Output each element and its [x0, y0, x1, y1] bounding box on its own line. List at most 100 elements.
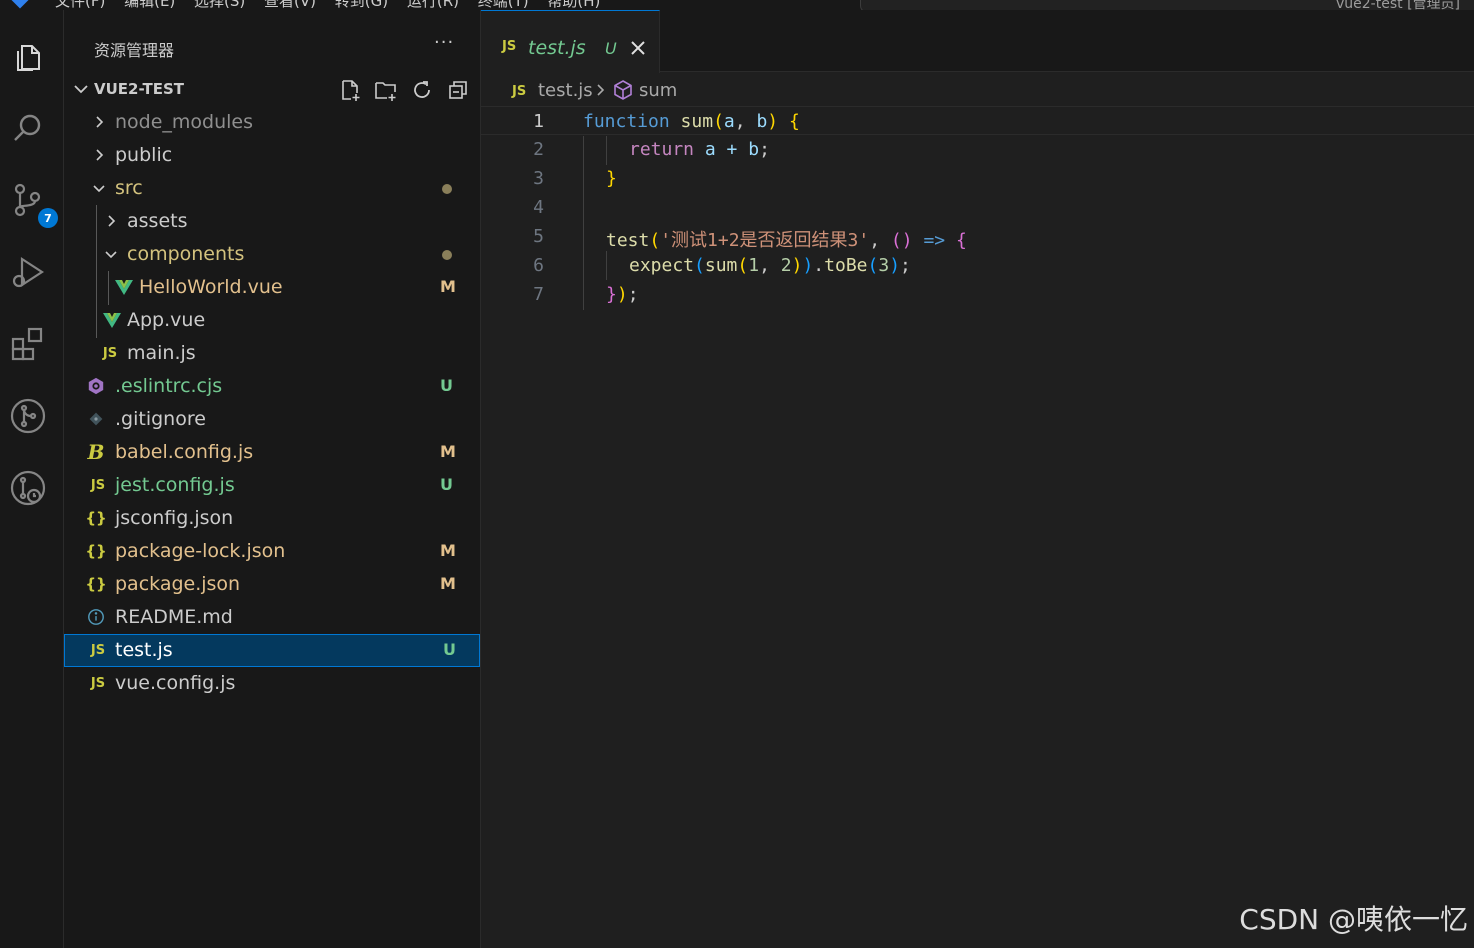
git-status-badge: U	[443, 640, 456, 659]
menu-bar[interactable]: 文件(F) 编辑(E) 选择(S) 查看(V) 转到(G) 运行(R) 终端(T…	[55, 0, 600, 10]
editor-area: JS test.js U JS test.js sum 1 function s…	[481, 10, 1474, 948]
tree-folder-components[interactable]: components	[64, 238, 480, 271]
explorer-icon[interactable]	[8, 36, 48, 76]
project-name: VUE2-TEST	[94, 80, 185, 98]
tab-test-js[interactable]: JS test.js U	[481, 10, 660, 73]
code-line[interactable]: 6 expect(sum(1, 2)).toBe(3);	[481, 251, 1474, 280]
tree-file-main-js[interactable]: JS main.js	[64, 337, 480, 370]
nav-arrows[interactable]: ← →	[778, 0, 806, 4]
chevron-right-icon	[96, 149, 104, 161]
tree-file-helloworld-vue[interactable]: HelloWorld.vue M	[64, 271, 480, 304]
tab-bar: JS test.js U	[481, 10, 1474, 73]
collapse-all-icon[interactable]	[446, 78, 470, 102]
json-file-icon: {}	[85, 575, 107, 593]
extensions-icon[interactable]	[8, 324, 48, 364]
tree-file-jsconfig[interactable]: {} jsconfig.json	[64, 502, 480, 535]
close-icon[interactable]	[627, 37, 649, 59]
json-file-icon: {}	[85, 542, 107, 560]
tree-label: test.js	[115, 639, 173, 661]
chevron-down-icon	[74, 85, 88, 94]
json-file-icon: {}	[85, 509, 107, 527]
git-history-icon[interactable]	[8, 468, 48, 508]
tree-label: src	[115, 177, 143, 199]
explorer-sidebar: 资源管理器 ··· VUE2-TEST node_modules public …	[64, 10, 481, 948]
git-status-badge: M	[440, 541, 456, 560]
tree-label: .eslintrc.cjs	[115, 375, 223, 397]
explorer-title: 资源管理器	[94, 41, 175, 60]
tree-file-jest-config[interactable]: JS jest.config.js U	[64, 469, 480, 502]
breadcrumb-symbol[interactable]: sum	[639, 80, 677, 101]
activity-bar: 7	[0, 10, 64, 948]
tree-file-app-vue[interactable]: App.vue	[64, 304, 480, 337]
code-line[interactable]: 3 }	[481, 164, 1474, 193]
code-line[interactable]: 5 test('测试1+2是否返回结果3', () => {	[481, 222, 1474, 251]
tree-file-babel-config[interactable]: B babel.config.js M	[64, 436, 480, 469]
tree-file-gitignore[interactable]: .gitignore	[64, 403, 480, 436]
code-line[interactable]: 1 function sum(a, b) {	[481, 106, 1474, 135]
git-status-badge: M	[440, 574, 456, 593]
line-number: 7	[533, 284, 544, 305]
js-file-icon: JS	[90, 675, 106, 691]
new-folder-icon[interactable]	[374, 78, 398, 102]
tree-file-readme[interactable]: README.md	[64, 601, 480, 634]
tree-label: package-lock.json	[115, 540, 286, 562]
tree-label: jest.config.js	[115, 474, 235, 496]
js-file-icon: JS	[502, 39, 517, 54]
tree-file-package-lock[interactable]: {} package-lock.json M	[64, 535, 480, 568]
source-control-icon[interactable]: 7	[8, 180, 58, 228]
code-line[interactable]: 7 });	[481, 280, 1474, 309]
git-status-badge: U	[440, 376, 453, 395]
chevron-down-icon	[105, 251, 117, 259]
tree-folder-public[interactable]: public	[64, 139, 480, 172]
tree-folder-assets[interactable]: assets	[64, 205, 480, 238]
chevron-right-icon	[108, 215, 116, 227]
code-line[interactable]: 2 return a + b;	[481, 135, 1474, 164]
code-text: function sum(a, b) {	[583, 111, 800, 132]
tree-file-package-json[interactable]: {} package.json M	[64, 568, 480, 601]
js-file-icon: JS	[90, 642, 106, 658]
tree-folder-node-modules[interactable]: node_modules	[64, 106, 480, 139]
run-debug-icon[interactable]	[8, 252, 48, 292]
tree-file-test-js[interactable]: JS test.js U	[64, 634, 480, 667]
tree-file-vue-config[interactable]: JS vue.config.js	[64, 667, 480, 700]
tree-label: components	[127, 243, 245, 265]
command-center[interactable]: vue2-test [管理员]	[860, 0, 1474, 10]
tree-label: node_modules	[115, 111, 254, 133]
command-center-label: vue2-test [管理员]	[1336, 0, 1460, 10]
chevron-right-icon	[597, 84, 605, 96]
js-file-icon: JS	[90, 477, 106, 493]
vue-file-icon	[114, 277, 134, 297]
breadcrumb-file[interactable]: test.js	[538, 80, 593, 101]
tree-label: package.json	[115, 573, 241, 595]
modified-dot	[442, 184, 452, 194]
more-actions-button[interactable]: ···	[434, 32, 454, 53]
project-header[interactable]: VUE2-TEST	[64, 74, 480, 106]
tree-label: assets	[127, 210, 188, 232]
new-file-icon[interactable]	[338, 78, 362, 102]
symbol-method-icon	[614, 80, 632, 100]
js-file-icon: JS	[102, 345, 118, 361]
refresh-icon[interactable]	[410, 78, 434, 102]
chevron-down-icon	[93, 185, 105, 193]
tree-label: public	[115, 144, 173, 166]
code-editor[interactable]: 1 function sum(a, b) { 2 return a + b; 3…	[481, 106, 1474, 326]
code-text: expect(sum(1, 2)).toBe(3);	[629, 255, 911, 276]
source-control-badge: 7	[38, 208, 58, 228]
line-number: 4	[533, 197, 544, 218]
tree-label: App.vue	[127, 309, 206, 331]
babel-file-icon: B	[87, 440, 105, 464]
tab-git-status: U	[605, 39, 617, 58]
search-icon[interactable]	[8, 108, 48, 148]
git-status-badge: M	[440, 277, 456, 296]
tree-folder-src[interactable]: src	[64, 172, 480, 205]
tree-file-eslintrc[interactable]: .eslintrc.cjs U	[64, 370, 480, 403]
eslint-file-icon	[86, 376, 106, 396]
tree-label: HelloWorld.vue	[139, 276, 283, 298]
code-line[interactable]: 4	[481, 193, 1474, 222]
watermark: CSDN @咦依一忆	[1239, 903, 1468, 936]
tree-label: vue.config.js	[115, 672, 236, 694]
git-file-icon	[86, 409, 106, 429]
git-graph-icon[interactable]	[8, 396, 48, 436]
tree-label: babel.config.js	[115, 441, 254, 463]
js-file-icon: JS	[512, 84, 527, 99]
